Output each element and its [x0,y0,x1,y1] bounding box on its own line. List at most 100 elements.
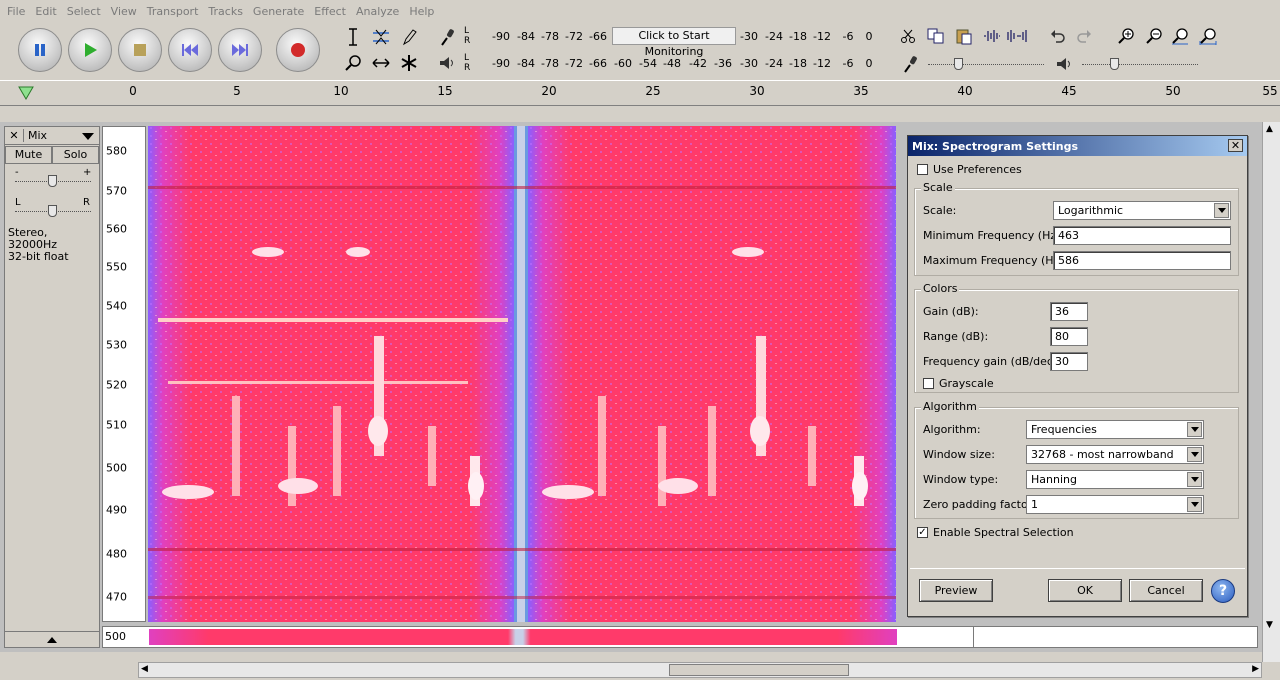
menu-view[interactable]: View [106,5,142,18]
trim-button[interactable] [980,24,1004,48]
freq-label: 560 [106,222,127,236]
track-pan-slider[interactable] [15,205,91,219]
min-frequency-input[interactable]: 463 [1053,226,1231,245]
collapse-track-button[interactable] [5,631,99,647]
menu-select[interactable]: Select [62,5,106,18]
solo-button[interactable]: Solo [52,146,99,164]
slider-thumb[interactable] [1110,58,1119,70]
zoom-in-button[interactable] [1114,24,1138,48]
cut-button[interactable] [896,24,920,48]
dialog-title-bar[interactable]: Mix: Spectrogram Settings ✕ [908,136,1247,156]
ruler-label: 40 [957,84,973,98]
output-volume-slider[interactable] [1082,58,1198,72]
menu-file[interactable]: File [2,5,30,18]
scroll-up-icon[interactable]: ▲ [1266,124,1273,134]
zero-padding-select[interactable]: 1 [1026,495,1204,514]
skip-start-icon [182,44,198,56]
max-frequency-input[interactable]: 586 [1053,251,1231,270]
spectral-selection-checkbox[interactable]: ✓ [917,527,928,538]
selection-tool[interactable] [342,26,364,48]
frequency-gain-label: Frequency gain (dB/dec): [923,355,1061,368]
input-volume-icon-wrap [898,52,922,76]
spectrogram-view[interactable] [148,126,896,622]
freq-label: 500 [106,461,127,475]
record-button[interactable] [276,28,320,72]
menu-analyze[interactable]: Analyze [351,5,404,18]
menu-effect[interactable]: Effect [309,5,351,18]
window-type-select[interactable]: Hanning [1026,470,1204,489]
record-meter-toggle[interactable] [436,26,458,48]
track-control-panel[interactable]: ✕ Mix Mute Solo - + L R Stereo, 32000Hz … [4,126,100,648]
ruler-label: 50 [1165,84,1181,98]
copy-button[interactable] [924,24,948,48]
zoom-out-icon [1146,28,1162,44]
meter-tick: -36 [714,57,732,70]
pause-button[interactable] [18,28,62,72]
algorithm-select[interactable]: Frequencies [1026,420,1204,439]
fit-selection-button[interactable] [1168,24,1192,48]
menu-tracks[interactable]: Tracks [203,5,248,18]
dialog-close-button[interactable]: ✕ [1228,139,1243,152]
slider-thumb[interactable] [954,58,963,70]
range-input[interactable]: 80 [1050,327,1088,346]
lower-track-clip[interactable]: 500 [102,626,1258,648]
menu-transport[interactable]: Transport [142,5,204,18]
play-meter[interactable]: L R -90 -84 -78 -72 -66 -60 -54 -48 -42 … [464,53,878,73]
track-name-menu[interactable]: Mix [23,129,81,142]
scroll-thumb[interactable] [669,664,849,676]
draw-tool[interactable] [398,26,420,48]
meter-tick: -24 [765,30,783,43]
use-preferences-checkbox[interactable] [917,164,928,175]
ok-button[interactable]: OK [1048,579,1122,602]
play-button[interactable] [68,28,112,72]
grayscale-checkbox[interactable] [923,378,934,389]
monitor-button[interactable]: Click to Start Monitoring [612,27,736,58]
close-track-icon[interactable]: ✕ [5,129,23,142]
scroll-right-icon[interactable]: ▶ [1252,664,1259,674]
meter-tick: -6 [842,30,854,43]
horizontal-scrollbar[interactable]: ◀ ▶ [138,662,1262,678]
track-gain-slider[interactable] [15,175,91,189]
chevron-down-icon [1214,203,1229,218]
play-head-triangle-icon[interactable] [18,85,36,101]
vertical-scrollbar[interactable]: ▲ ▼ [1262,122,1280,662]
gain-input[interactable]: 36 [1050,302,1088,321]
zoom-out-button[interactable] [1142,24,1166,48]
scale-select[interactable]: Logarithmic [1053,201,1231,220]
fit-project-button[interactable] [1196,24,1220,48]
undo-button[interactable] [1046,24,1070,48]
record-meter[interactable]: L R -90 -84 -78 -72 -66 Click to Start M… [464,26,878,59]
menu-help[interactable]: Help [404,5,439,18]
zoom-tool[interactable] [342,52,364,74]
slider-thumb[interactable] [48,175,57,187]
time-shift-tool[interactable] [370,52,392,74]
stop-button[interactable] [118,28,162,72]
menu-generate[interactable]: Generate [248,5,309,18]
frequency-gain-input[interactable]: 30 [1050,352,1088,371]
menu-edit[interactable]: Edit [30,5,61,18]
help-button[interactable]: ? [1211,579,1235,603]
input-volume-slider[interactable] [928,58,1044,72]
cancel-button[interactable]: Cancel [1129,579,1203,602]
mute-button[interactable]: Mute [5,146,52,164]
multi-tool[interactable] [398,52,420,74]
slider-thumb[interactable] [48,205,57,217]
window-size-select[interactable]: 32768 - most narrowband [1026,445,1204,464]
play-meter-toggle[interactable] [436,52,458,74]
timeline-ruler[interactable]: 0 5 10 15 20 25 30 35 40 45 50 55 [0,80,1280,106]
zoom-in-icon [1118,28,1134,44]
meter-l-label: L [464,53,470,63]
scroll-left-icon[interactable]: ◀ [141,664,148,674]
redo-button[interactable] [1072,24,1096,48]
envelope-tool[interactable] [370,26,392,48]
preview-button[interactable]: Preview [919,579,993,602]
chevron-down-icon[interactable] [81,131,95,141]
paste-button[interactable] [952,24,976,48]
silence-button[interactable] [1006,24,1030,48]
scroll-down-icon[interactable]: ▼ [1266,620,1273,630]
freq-label: 550 [106,260,127,274]
skip-start-button[interactable] [168,28,212,72]
freq-label: 580 [106,144,127,158]
grayscale-label: Grayscale [939,377,994,390]
skip-end-button[interactable] [218,28,262,72]
